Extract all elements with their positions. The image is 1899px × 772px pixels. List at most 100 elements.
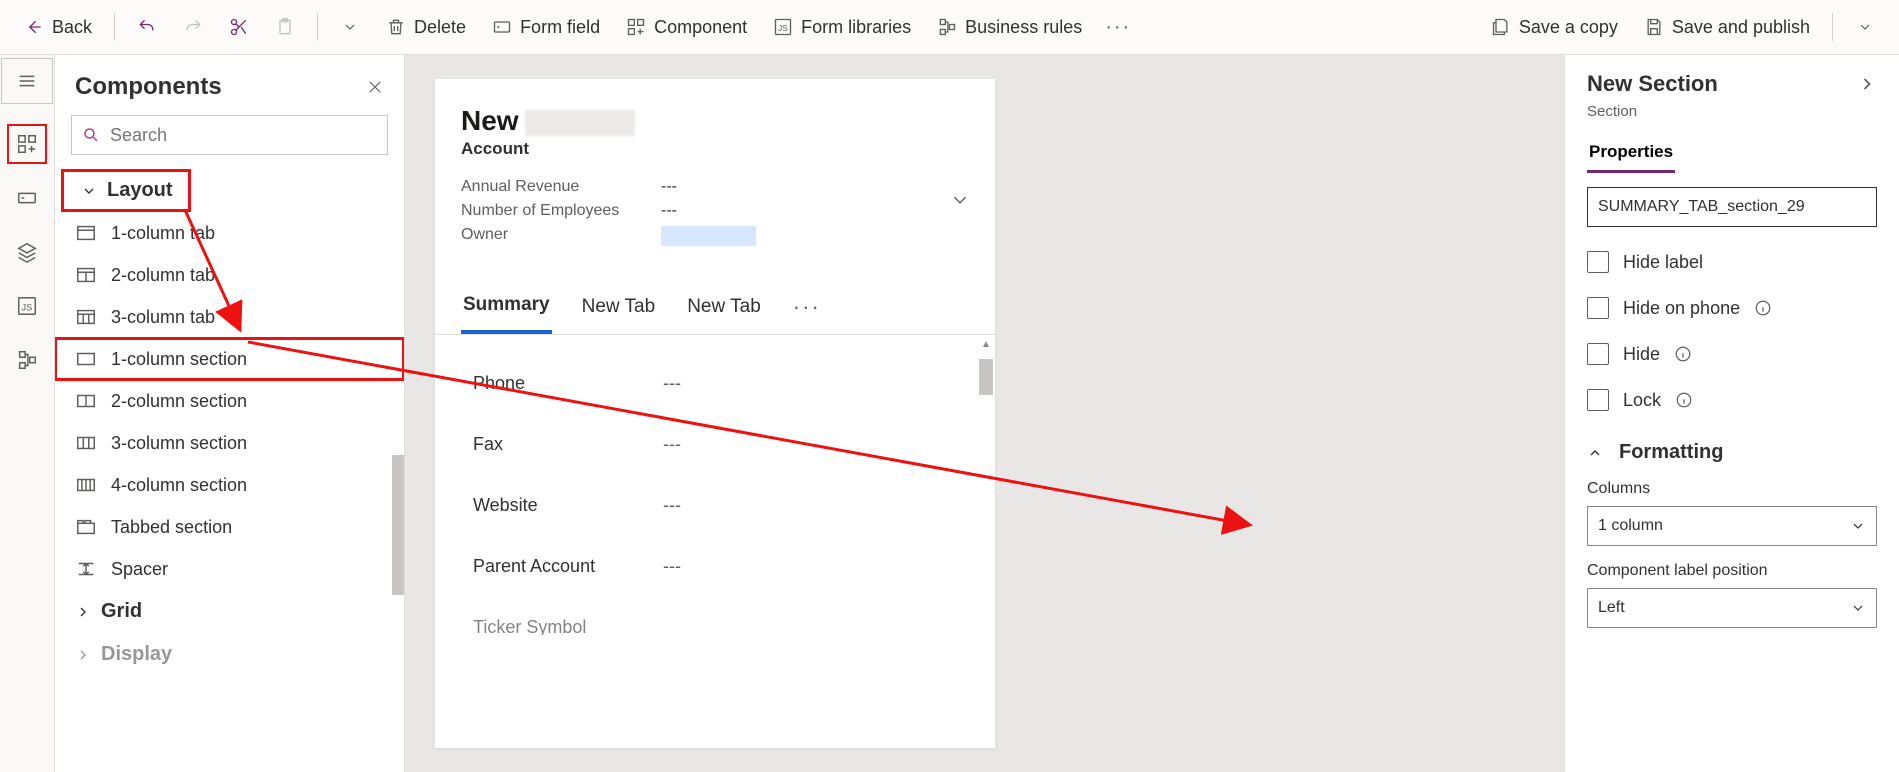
rail-components-button[interactable] (7, 124, 47, 164)
undo-button[interactable] (127, 11, 167, 43)
tab-summary[interactable]: Summary (461, 280, 552, 334)
chevron-down-icon (1855, 17, 1875, 37)
save-publish-icon (1644, 17, 1664, 37)
tree-item-2col-section[interactable]: 2-column section (55, 380, 404, 422)
field-label: Ticker Symbol (473, 617, 663, 635)
tab-overflow[interactable]: ··· (791, 284, 823, 330)
flow-icon (937, 17, 957, 37)
form-card[interactable]: New Account Annual Revenue--- Number of … (435, 79, 995, 748)
lock-row[interactable]: Lock (1587, 389, 1877, 411)
save-copy-label: Save a copy (1519, 17, 1618, 38)
select-value: 1 column (1598, 517, 1663, 535)
columns-select[interactable]: 1 column (1587, 506, 1877, 546)
left-rail: JS (0, 55, 55, 772)
search-input[interactable] (110, 125, 377, 146)
cut-button[interactable] (219, 11, 259, 43)
back-button[interactable]: Back (14, 11, 102, 44)
tree-item-3col-section[interactable]: 3-column section (55, 422, 404, 464)
delete-button[interactable]: Delete (376, 11, 476, 44)
tree-group-grid[interactable]: Grid (55, 590, 404, 633)
item-label: 4-column section (111, 475, 247, 496)
chevron-down-icon (340, 17, 360, 37)
field-label: Phone (473, 373, 663, 394)
scroll-up-icon[interactable]: ▲ (979, 339, 993, 353)
rail-rules-button[interactable] (7, 340, 47, 380)
search-input-wrap[interactable] (71, 115, 388, 155)
field-row[interactable]: Fax--- (443, 414, 987, 475)
props-tab-properties[interactable]: Properties (1587, 134, 1675, 173)
chevron-down-button[interactable] (330, 11, 370, 43)
item-label: 1-column section (111, 349, 247, 370)
trash-icon (386, 17, 406, 37)
component-button[interactable]: Component (616, 11, 757, 44)
scrollbar-thumb[interactable] (392, 455, 404, 595)
form-libraries-button[interactable]: JS Form libraries (763, 11, 921, 44)
hamburger-button[interactable] (1, 58, 53, 104)
field-row[interactable]: Parent Account--- (443, 536, 987, 597)
panel-title: Components (75, 73, 222, 101)
props-expand-button[interactable] (1857, 74, 1877, 94)
meta-key: Owner (461, 226, 631, 251)
hide-label-row[interactable]: Hide label (1587, 251, 1877, 273)
entity-name: Account (461, 139, 969, 159)
hide-phone-row[interactable]: Hide on phone (1587, 297, 1877, 319)
info-icon[interactable] (1675, 391, 1693, 409)
group-label: Layout (107, 179, 173, 202)
overflow-button[interactable]: ··· (1098, 11, 1138, 43)
component-icon (16, 133, 38, 155)
save-publish-chevron[interactable] (1845, 11, 1885, 43)
tree-item-tabbed-section[interactable]: Tabbed section (55, 506, 404, 548)
tree-item-1col-section[interactable]: 1-column section (55, 338, 404, 380)
panel-close-button[interactable] (366, 78, 384, 96)
save-publish-button[interactable]: Save and publish (1634, 11, 1820, 44)
tree-item-1col-tab[interactable]: 1-column tab (55, 212, 404, 254)
section-name-input[interactable] (1587, 187, 1877, 227)
header-collapse-button[interactable] (949, 189, 971, 211)
tab-3col-icon (75, 306, 97, 328)
menu-icon (16, 70, 38, 92)
rail-layers-button[interactable] (7, 232, 47, 272)
redo-button[interactable] (173, 11, 213, 43)
tree-item-2col-tab[interactable]: 2-column tab (55, 254, 404, 296)
tab-new-2[interactable]: New Tab (685, 282, 763, 332)
select-value: Left (1598, 599, 1625, 617)
field-label: Parent Account (473, 556, 663, 577)
clipboard-icon (275, 17, 295, 37)
rail-js-button[interactable]: JS (7, 286, 47, 326)
form-field-button[interactable]: Form field (482, 11, 610, 44)
scrollbar-thumb[interactable] (979, 359, 993, 395)
formatting-section-header[interactable]: Formatting (1587, 441, 1877, 464)
checkbox[interactable] (1587, 297, 1609, 319)
tree-group-layout[interactable]: Layout (61, 169, 191, 212)
back-label: Back (52, 17, 92, 38)
section-2col-icon (75, 390, 97, 412)
item-label: 3-column section (111, 433, 247, 454)
hide-row[interactable]: Hide (1587, 343, 1877, 365)
checkbox-label: Hide (1623, 344, 1660, 365)
item-label: 3-column tab (111, 307, 215, 328)
clp-select[interactable]: Left (1587, 588, 1877, 628)
clp-label: Component label position (1587, 562, 1877, 580)
chevron-right-icon (75, 647, 91, 663)
form-scrollbar[interactable]: ▲ (979, 339, 993, 619)
form-tabs: Summary New Tab New Tab ··· (435, 280, 995, 335)
checkbox[interactable] (1587, 389, 1609, 411)
tree-item-3col-tab[interactable]: 3-column tab (55, 296, 404, 338)
checkbox[interactable] (1587, 343, 1609, 365)
section-label: Formatting (1619, 441, 1723, 464)
paste-button[interactable] (265, 11, 305, 43)
field-row[interactable]: Website--- (443, 475, 987, 536)
rail-field-button[interactable] (7, 178, 47, 218)
info-icon[interactable] (1754, 299, 1772, 317)
business-rules-button[interactable]: Business rules (927, 11, 1092, 44)
field-row[interactable]: Ticker Symbol (443, 597, 987, 635)
tab-new-1[interactable]: New Tab (580, 282, 658, 332)
save-copy-button[interactable]: Save a copy (1481, 11, 1628, 44)
field-row[interactable]: Phone--- (443, 353, 987, 414)
tree-item-4col-section[interactable]: 4-column section (55, 464, 404, 506)
tree-item-spacer[interactable]: Spacer (55, 548, 404, 590)
info-icon[interactable] (1674, 345, 1692, 363)
checkbox[interactable] (1587, 251, 1609, 273)
form-body: Phone--- Fax--- Website--- Parent Accoun… (435, 335, 995, 635)
tree-group-display[interactable]: Display (55, 633, 404, 676)
